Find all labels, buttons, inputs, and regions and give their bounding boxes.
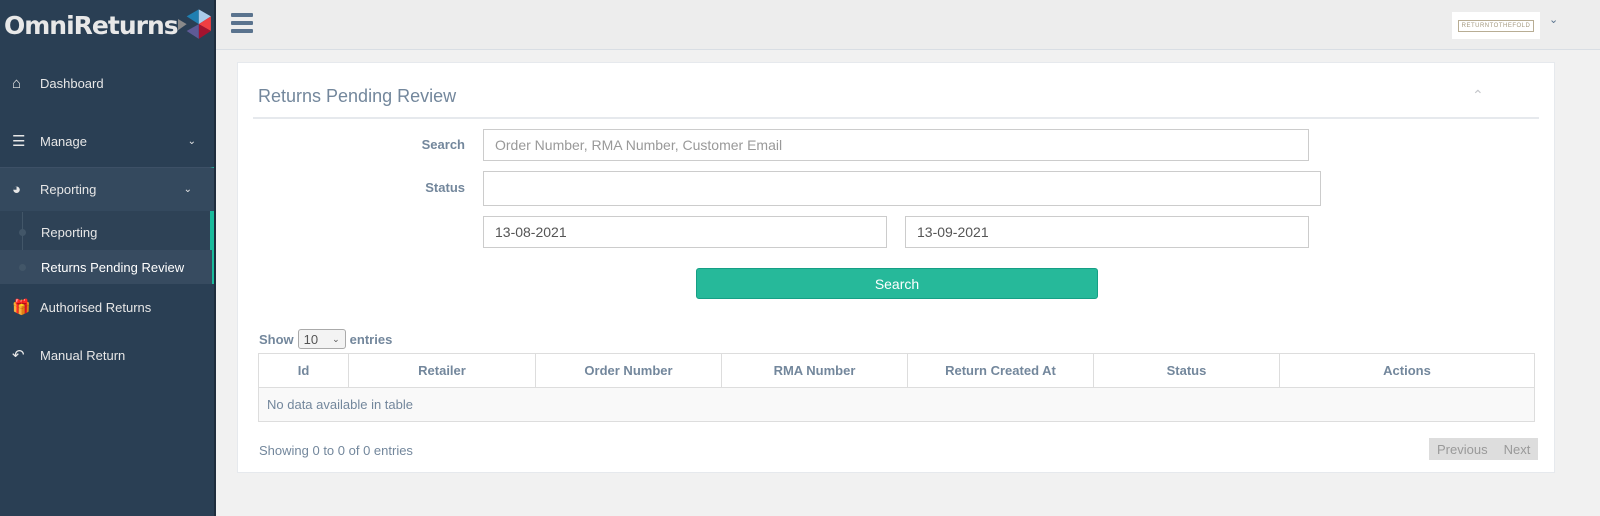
sidebar-item-label: Manual Return bbox=[40, 347, 126, 363]
previous-button[interactable]: Previous bbox=[1429, 438, 1496, 460]
search-button[interactable]: Search bbox=[696, 268, 1098, 299]
show-label: Show bbox=[259, 331, 294, 347]
chevron-down-icon: ⌄ bbox=[187, 135, 196, 147]
collapse-icon[interactable]: ⌃ bbox=[1472, 87, 1484, 104]
column-header-rma-number[interactable]: RMA Number bbox=[721, 353, 908, 388]
column-header-order-number[interactable]: Order Number bbox=[535, 353, 722, 388]
sidebar-item-label: Manage bbox=[40, 133, 87, 149]
logo[interactable]: OmniReturns bbox=[0, 0, 214, 50]
brand-logo-icon bbox=[177, 9, 211, 39]
column-header-return-created-at[interactable]: Return Created At bbox=[907, 353, 1094, 388]
account-logo-text: RETURNTOTHEFOLD bbox=[1457, 19, 1535, 32]
column-header-id[interactable]: Id bbox=[258, 353, 349, 388]
bars-icon: ☰ bbox=[12, 133, 26, 150]
page-title: Returns Pending Review bbox=[258, 86, 457, 106]
pie-chart-icon: ◕ bbox=[12, 181, 22, 198]
table-info: Showing 0 to 0 of 0 entries bbox=[259, 443, 413, 458]
table-row: No data available in table bbox=[258, 387, 1535, 422]
sidebar-item-authorised-returns[interactable]: 🎁 Authorised Returns bbox=[0, 290, 214, 324]
search-label: Search bbox=[421, 137, 465, 152]
sidebar-item-label: Reporting bbox=[40, 182, 97, 197]
sidebar-item-reporting[interactable]: ◕ Reporting ⌄ bbox=[0, 168, 214, 211]
column-header-status[interactable]: Status bbox=[1093, 353, 1280, 388]
returns-table: Id Retailer Order Number RMA Number Retu… bbox=[258, 353, 1535, 422]
sidebar-item-label: Dashboard bbox=[40, 75, 104, 91]
page-size-control: Show 10 ⌄ entries bbox=[259, 329, 392, 349]
status-select[interactable] bbox=[483, 171, 1321, 206]
submenu-item-reporting[interactable]: Reporting bbox=[0, 216, 214, 249]
pagination: Previous Next bbox=[1429, 438, 1539, 460]
entries-label: entries bbox=[349, 331, 393, 347]
reply-icon: ↶ bbox=[12, 347, 25, 364]
bullet-icon bbox=[19, 229, 26, 236]
bullet-icon bbox=[19, 263, 26, 271]
submenu-item-returns-pending-review[interactable]: Returns Pending Review bbox=[0, 250, 212, 284]
status-label: Status bbox=[425, 180, 465, 195]
returns-panel: Returns Pending Review ⌃ Search Order Nu… bbox=[237, 62, 1555, 473]
date-from-input[interactable]: 13-08-2021 bbox=[483, 216, 887, 248]
home-icon: ⌂ bbox=[12, 74, 22, 92]
page-size-value: 10 bbox=[303, 331, 319, 347]
gift-icon: 🎁 bbox=[12, 299, 31, 316]
page-size-select[interactable]: 10 ⌄ bbox=[297, 329, 346, 349]
chevron-down-icon: ⌄ bbox=[332, 333, 340, 344]
submenu-label: Returns Pending Review bbox=[41, 259, 185, 275]
sidebar-item-manage[interactable]: ☰ Manage ⌄ bbox=[0, 124, 214, 158]
top-bar: RETURNTOTHEFOLD ⌄ bbox=[216, 0, 1600, 50]
hamburger-icon[interactable] bbox=[231, 13, 253, 33]
sidebar: OmniReturns ⌂ Dashboard ☰ Manage ⌄ ◕ Reporti… bbox=[0, 0, 216, 516]
sidebar-item-dashboard[interactable]: ⌂ Dashboard bbox=[0, 66, 214, 100]
column-header-retailer[interactable]: Retailer bbox=[348, 353, 536, 388]
sidebar-item-label: Authorised Returns bbox=[40, 299, 152, 315]
search-input[interactable]: Order Number, RMA Number, Customer Email bbox=[483, 129, 1309, 161]
date-to-input[interactable]: 13-09-2021 bbox=[905, 216, 1309, 248]
account-logo[interactable]: RETURNTOTHEFOLD bbox=[1452, 12, 1540, 39]
next-button[interactable]: Next bbox=[1496, 438, 1539, 460]
chevron-down-icon[interactable]: ⌄ bbox=[1549, 13, 1558, 26]
brand-name: OmniReturns bbox=[4, 10, 179, 40]
empty-message: No data available in table bbox=[258, 387, 1535, 422]
chevron-down-icon: ⌄ bbox=[183, 184, 192, 195]
sidebar-item-manual-return[interactable]: ↶ Manual Return bbox=[0, 338, 214, 372]
submenu-label: Reporting bbox=[41, 225, 98, 240]
column-header-actions[interactable]: Actions bbox=[1279, 353, 1535, 388]
divider bbox=[253, 117, 1539, 119]
